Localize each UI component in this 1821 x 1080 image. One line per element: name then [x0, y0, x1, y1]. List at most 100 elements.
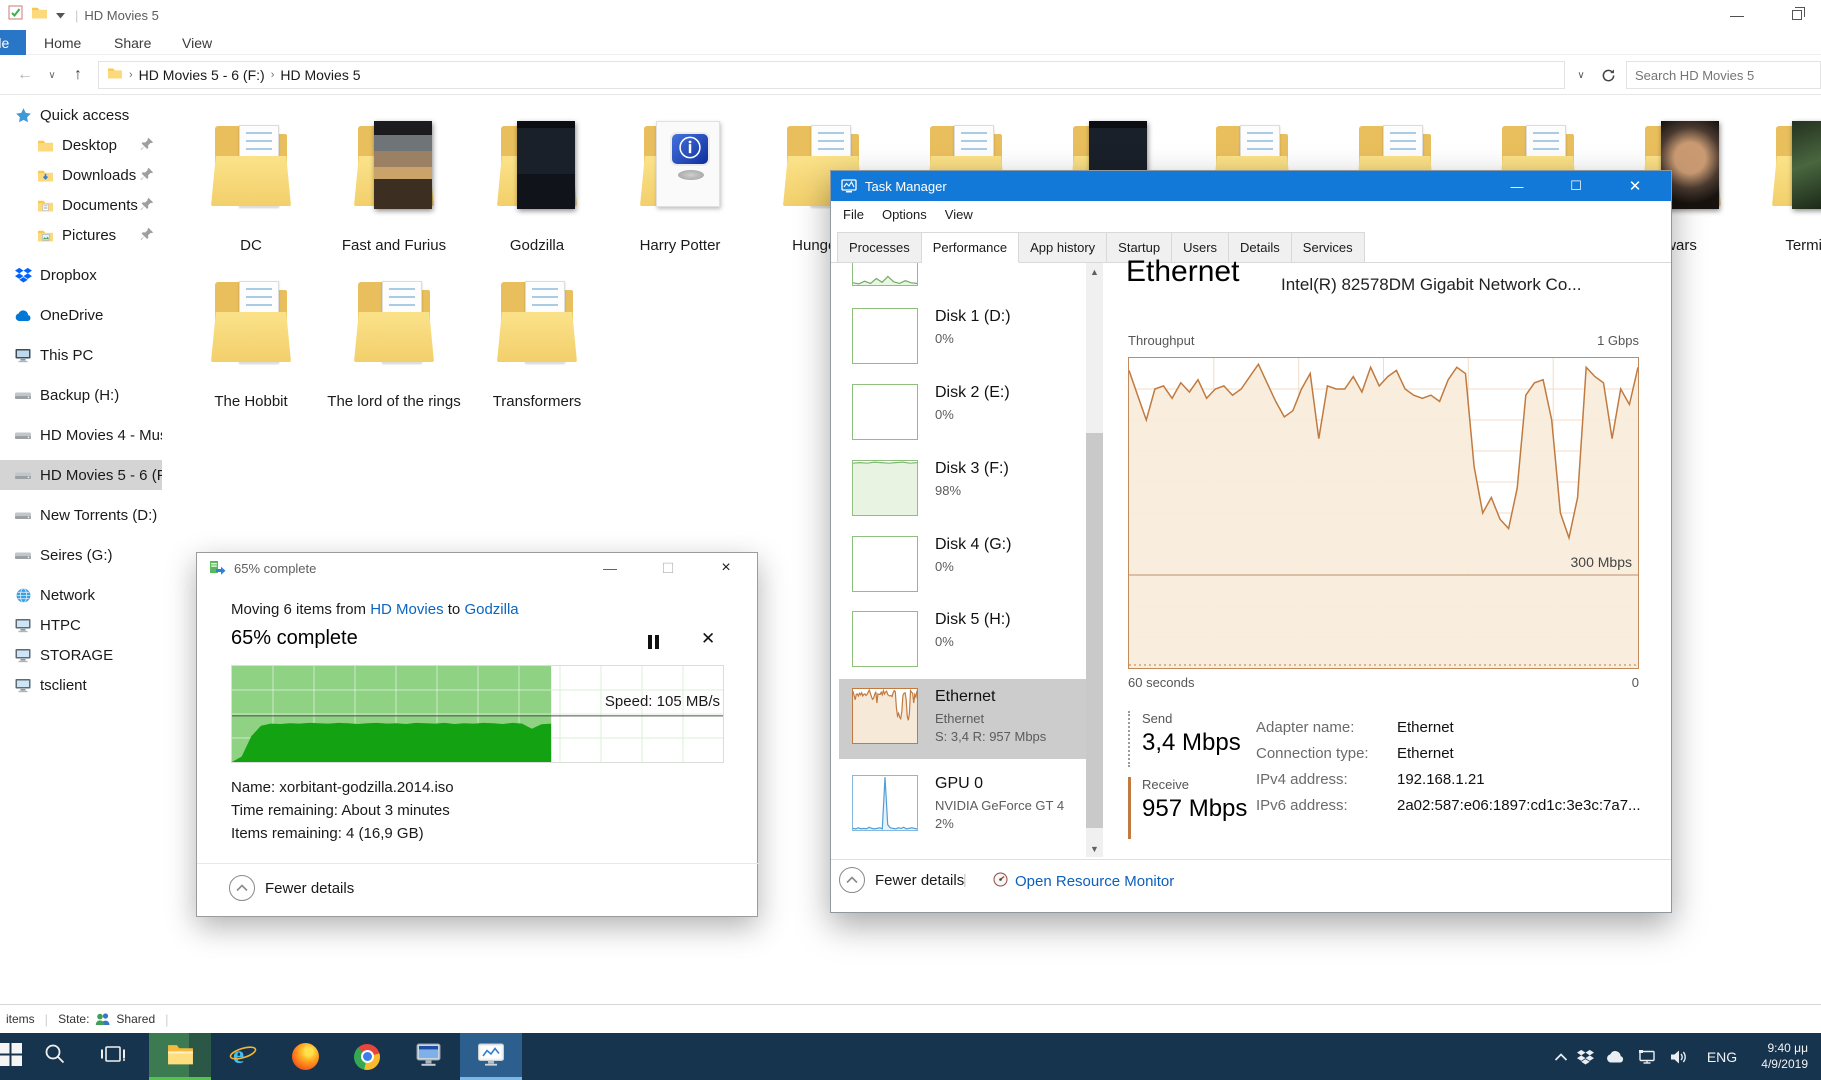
- open-resource-monitor-link[interactable]: Open Resource Monitor: [993, 872, 1174, 891]
- source-link[interactable]: HD Movies: [370, 601, 443, 618]
- tm-tab-performance[interactable]: Performance: [922, 232, 1019, 263]
- clock-date: 4/9/2019: [1761, 1056, 1808, 1072]
- dialog-titlebar: 65% complete — ☐ ×: [197, 553, 757, 583]
- detail-row-ipv6-address: IPv6 address:2a02:587:e06:1897:cd1c:3e3c…: [1256, 797, 1641, 814]
- perf-item-gpu-0[interactable]: GPU 0NVIDIA GeForce GT 42%: [839, 775, 1086, 841]
- movie-poster: [374, 121, 432, 209]
- folder-harry-potter[interactable]: ⓘ Harry Potter: [609, 112, 751, 255]
- dialog-title: 65% complete: [234, 561, 316, 576]
- movie-poster: [517, 121, 575, 209]
- speed-label: Speed: 105 MB/s: [524, 693, 720, 710]
- tm-tab-processes[interactable]: Processes: [837, 232, 922, 263]
- folder-godzilla[interactable]: Godzilla: [466, 112, 608, 255]
- copy-dialog-icon: [209, 560, 226, 576]
- fewer-details-button[interactable]: Fewer details: [229, 875, 354, 901]
- perf-item-disk-3-f[interactable]: Disk 3 (F:)98%: [839, 460, 1086, 526]
- copy-row-name: Name: xorbitant-godzilla.2014.iso: [231, 779, 454, 796]
- folder-the-hobbit[interactable]: The Hobbit: [180, 268, 322, 411]
- receive-stat: Receive 957 Mbps: [1128, 777, 1247, 839]
- perf-item-disk-4-g[interactable]: Disk 4 (G:)0%: [839, 536, 1086, 602]
- taskbar: e ENG 9:40 μμ 4/9/2019: [0, 1033, 1821, 1080]
- copy-speed-chart: [231, 665, 724, 763]
- scrollbar-thumb[interactable]: [1086, 433, 1103, 828]
- tm-menu-view[interactable]: View: [945, 207, 973, 222]
- copy-progress-dialog: 65% complete — ☐ × Moving 6 items from H…: [196, 552, 758, 917]
- perf-item-disk-1-d[interactable]: Disk 1 (D:)0%: [839, 308, 1086, 374]
- folder-label: Fast and Furius: [323, 236, 465, 255]
- tm-maximize-button[interactable]: ☐: [1553, 171, 1599, 201]
- taskbar-file-explorer[interactable]: [149, 1033, 211, 1080]
- pause-button[interactable]: [641, 633, 665, 651]
- perf-item-disk-2-e[interactable]: Disk 2 (E:)0%: [839, 384, 1086, 450]
- chrome-icon: [354, 1044, 380, 1070]
- taskbar-firefox[interactable]: [274, 1033, 336, 1080]
- taskbar-task-view[interactable]: [82, 1033, 144, 1080]
- folder-label: Harry Potter: [609, 236, 751, 255]
- tray-volume-icon[interactable]: [1666, 1033, 1692, 1080]
- folder-transformers[interactable]: Transformers: [466, 268, 608, 411]
- scrollbar[interactable]: ▲ ▼: [1086, 263, 1103, 857]
- dest-link[interactable]: Godzilla: [464, 601, 518, 618]
- tm-titlebar: Task Manager — ☐ ✕: [831, 171, 1671, 201]
- search-icon: [44, 1043, 66, 1070]
- dialog-maximize-button[interactable]: ☐: [645, 553, 691, 583]
- tm-minimize-button[interactable]: —: [1494, 171, 1540, 201]
- info-icon: ⓘ: [670, 132, 710, 166]
- taskbar-search[interactable]: [24, 1033, 86, 1080]
- copy-row-items-remaining: Items remaining: 4 (16,9 GB): [231, 825, 424, 842]
- internet-explorer-icon: e: [229, 1041, 257, 1073]
- folder-termina[interactable]: Termina: [1741, 112, 1821, 255]
- firefox-icon: [292, 1043, 319, 1070]
- remote-desktop-icon: [415, 1042, 442, 1072]
- resource-monitor-icon: [993, 872, 1008, 891]
- folder-label: DC: [180, 236, 322, 255]
- state-label: State:: [58, 1012, 89, 1026]
- tm-tabs: ProcessesPerformanceApp historyStartupUs…: [831, 227, 1671, 263]
- taskbar-chrome[interactable]: [336, 1033, 398, 1080]
- perf-item-disk-5-h[interactable]: Disk 5 (H:)0%: [839, 611, 1086, 677]
- perf-item-hidden[interactable]: [839, 263, 1086, 296]
- tray-chevron-up-icon[interactable]: [1548, 1033, 1574, 1080]
- taskbar-internet-explorer[interactable]: e: [212, 1033, 274, 1080]
- ethernet-adapter-subtitle: Intel(R) 82578DM Gigabit Network Co...: [1281, 275, 1581, 295]
- dialog-minimize-button[interactable]: —: [587, 553, 633, 583]
- copy-row-time-remaining: Time remaining: About 3 minutes: [231, 802, 450, 819]
- tm-close-button[interactable]: ✕: [1612, 171, 1658, 201]
- taskbar-clock[interactable]: 9:40 μμ 4/9/2019: [1761, 1040, 1808, 1072]
- folder-fast-and-furius[interactable]: Fast and Furius: [323, 112, 465, 255]
- cancel-button[interactable]: ✕: [701, 629, 715, 649]
- folder-dc[interactable]: DC: [180, 112, 322, 255]
- receive-value: 957 Mbps: [1142, 795, 1247, 823]
- folder-the-lord-of-the-rings[interactable]: The lord of the rings: [323, 268, 465, 411]
- taskbar-remote-desktop[interactable]: [397, 1033, 459, 1080]
- file-explorer-icon: [167, 1043, 194, 1071]
- progress-heading: 65% complete: [231, 627, 358, 650]
- tm-tab-services[interactable]: Services: [1292, 232, 1365, 263]
- clock-time: 9:40 μμ: [1761, 1040, 1808, 1056]
- language-indicator[interactable]: ENG: [1698, 1033, 1746, 1080]
- tm-tab-app-history[interactable]: App history: [1019, 232, 1107, 263]
- detail-row-connection-type: Connection type:Ethernet: [1256, 745, 1454, 762]
- movie-poster: [1792, 121, 1821, 209]
- perf-item-ethernet[interactable]: EthernetEthernetS: 3,4 R: 957 Mbps: [839, 688, 1086, 754]
- dialog-close-button[interactable]: ×: [703, 553, 749, 583]
- tm-fewer-details-button[interactable]: Fewer details: [839, 867, 964, 893]
- tray-onedrive-icon[interactable]: [1602, 1033, 1628, 1080]
- folder-label: Godzilla: [466, 236, 608, 255]
- send-value: 3,4 Mbps: [1142, 729, 1241, 757]
- task-view-icon: [101, 1044, 125, 1069]
- scroll-down-icon[interactable]: ▼: [1086, 840, 1103, 857]
- tray-dropbox-icon[interactable]: [1572, 1033, 1598, 1080]
- tm-menu-file[interactable]: File: [843, 207, 864, 222]
- scroll-up-icon[interactable]: ▲: [1086, 263, 1103, 280]
- detail-row-ipv4-address: IPv4 address:192.168.1.21: [1256, 771, 1485, 788]
- task-manager-icon: [841, 179, 857, 194]
- tm-menu-options[interactable]: Options: [882, 207, 927, 222]
- task-manager-window: Task Manager — ☐ ✕ File Options View Pro…: [830, 170, 1672, 913]
- chevron-up-icon: [229, 875, 255, 901]
- moving-description: Moving 6 items from HD Movies to Godzill…: [231, 601, 519, 618]
- tray-network-icon[interactable]: [1634, 1033, 1660, 1080]
- status-bar: items | State: Shared |: [0, 1004, 1821, 1033]
- taskbar-task-manager[interactable]: [460, 1033, 522, 1080]
- ethernet-title: Ethernet: [1126, 255, 1239, 289]
